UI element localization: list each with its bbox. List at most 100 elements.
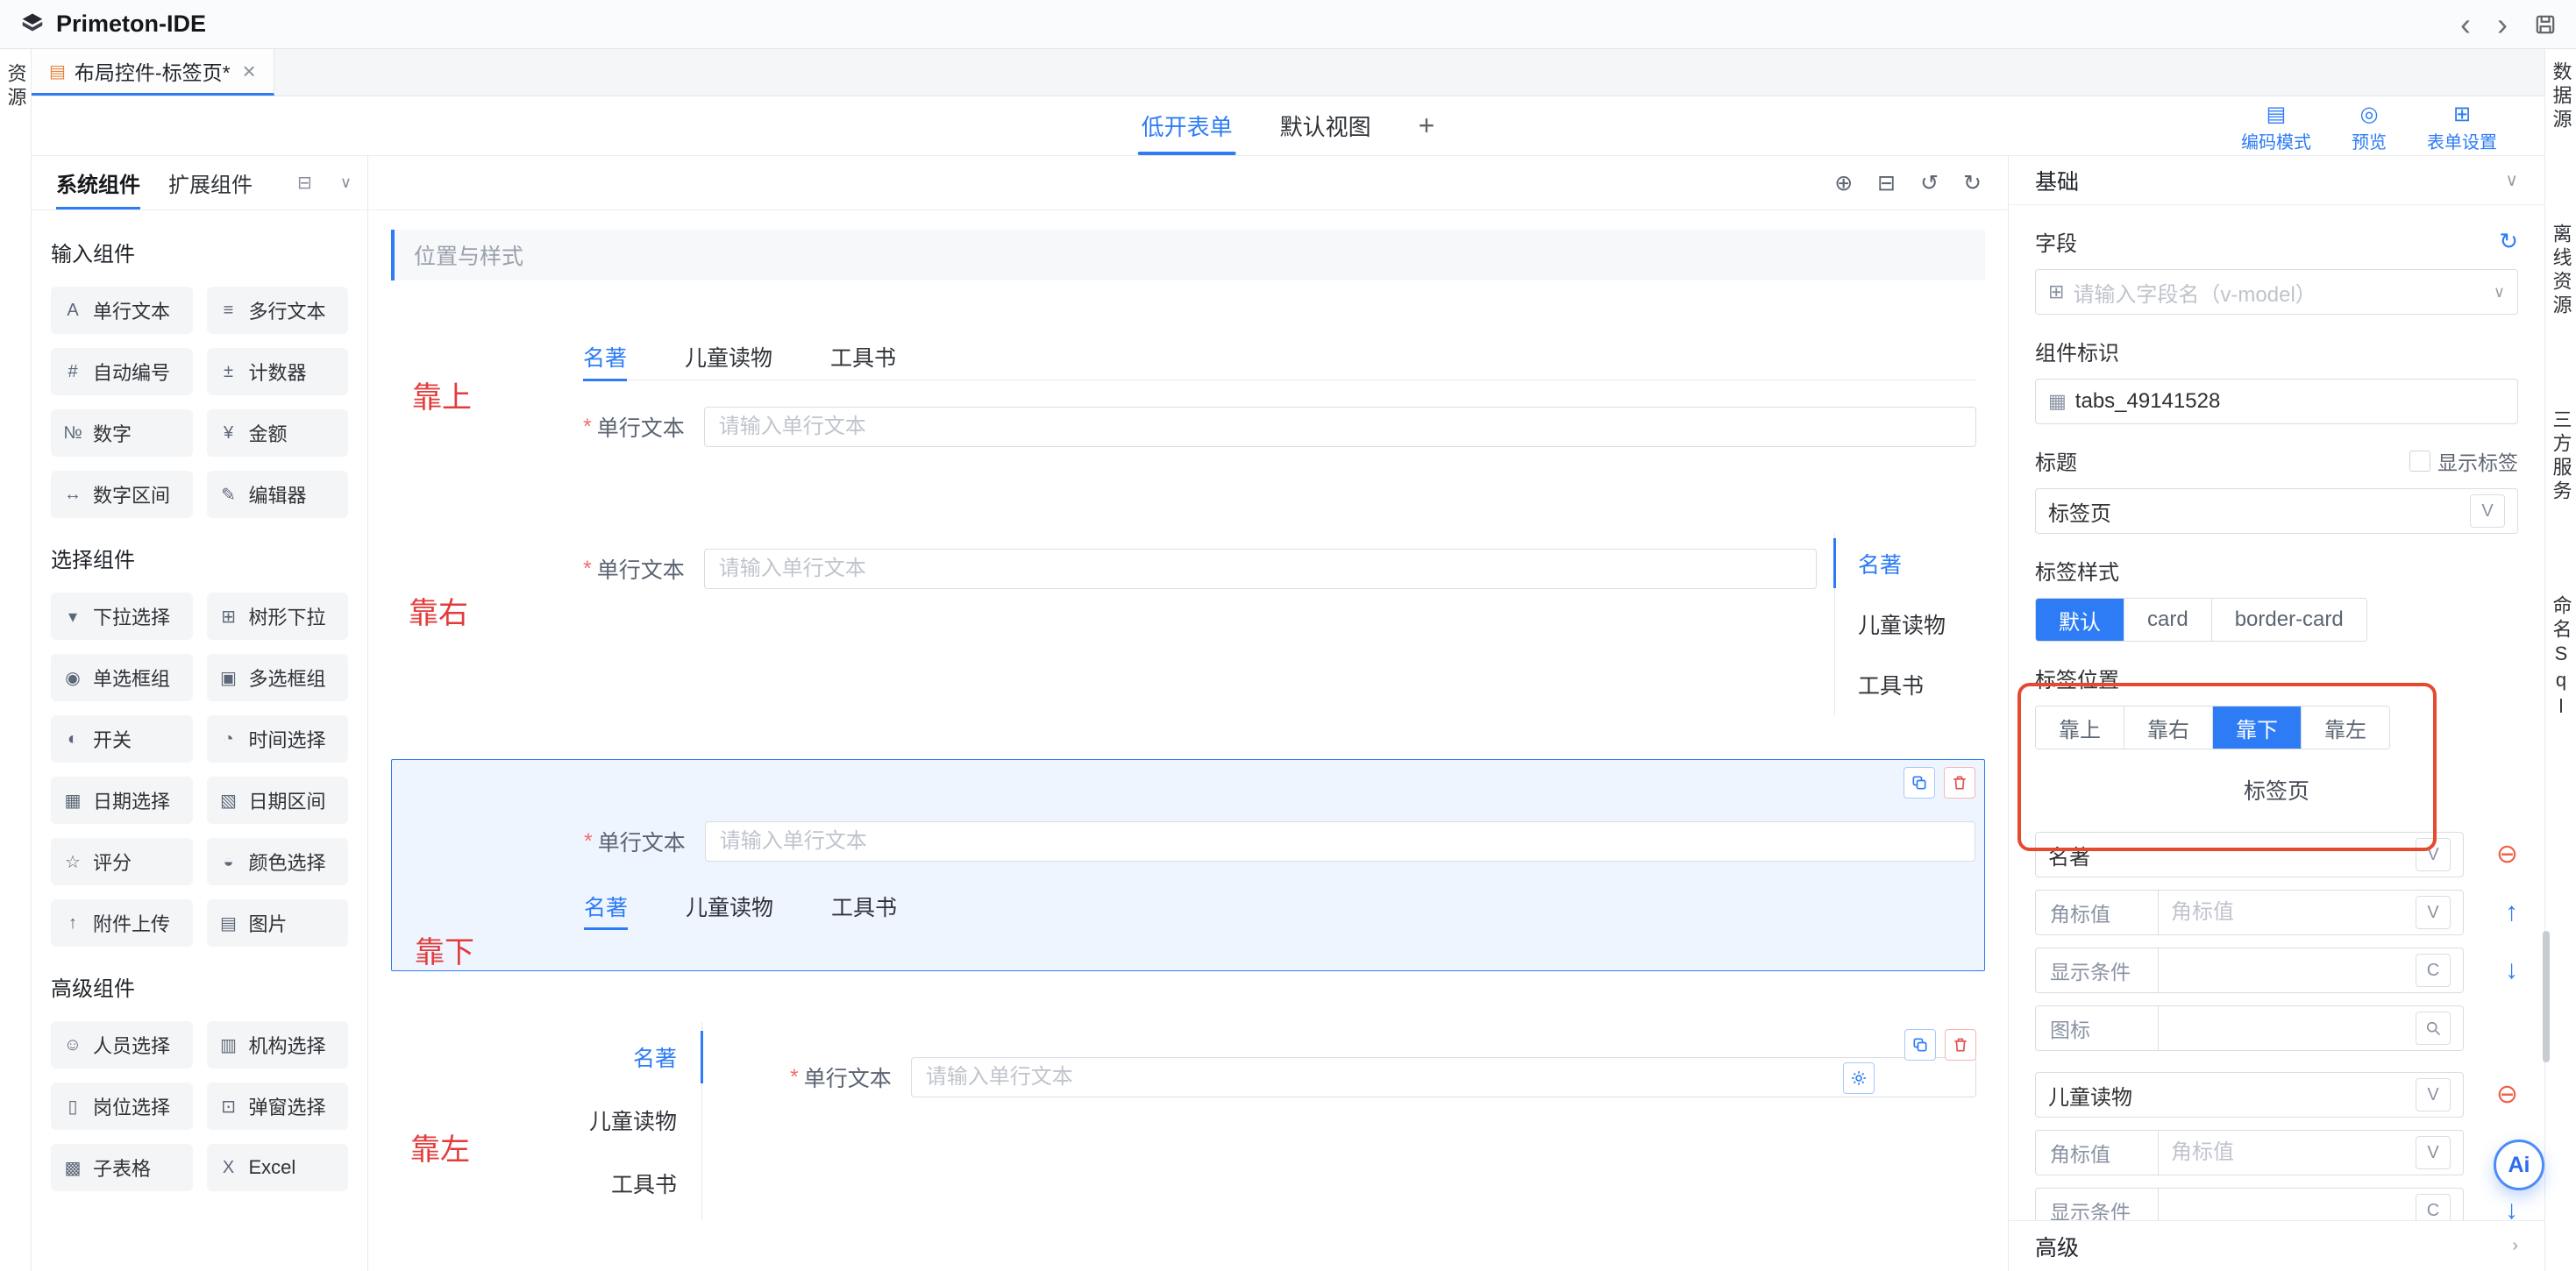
canvas-block-tabs-left[interactable]: 靠左 名著 儿童读物 工具书 * 单行文本 bbox=[391, 1022, 1985, 1220]
canvas-tab[interactable]: 名著 bbox=[584, 883, 628, 930]
component-item[interactable]: XExcel bbox=[207, 1144, 349, 1191]
canvas-tab[interactable]: 儿童读物 bbox=[686, 883, 773, 930]
canvas-tab[interactable]: 名著 bbox=[583, 333, 627, 380]
move-down-button[interactable]: ↓ bbox=[2505, 1197, 2518, 1220]
rail-item-offline-resources[interactable]: 离线资源 bbox=[2547, 224, 2575, 318]
variable-suffix-button[interactable]: V bbox=[2416, 838, 2451, 871]
condition-input[interactable] bbox=[2171, 1198, 2407, 1220]
canvas-tab[interactable]: 名著 bbox=[1835, 533, 1985, 593]
canvas-tab[interactable]: 工具书 bbox=[830, 333, 896, 380]
show-label-checkbox[interactable] bbox=[2409, 451, 2430, 472]
canvas-block-tabs-right[interactable]: 靠右 * 单行文本 名著 儿童读物 工具书 bbox=[391, 533, 1985, 715]
canvas-block-tabs-bottom-selected[interactable]: 靠下 * 单行文本 名著 儿童读物 工具书 bbox=[391, 759, 1985, 971]
component-item[interactable]: ◉单选框组 bbox=[51, 654, 193, 701]
panel-collapse-icon[interactable]: ⊟ bbox=[297, 172, 312, 194]
component-item[interactable]: ≡多行文本 bbox=[207, 287, 349, 334]
single-line-text-input[interactable] bbox=[720, 829, 1960, 854]
redo-icon[interactable]: ↻ bbox=[1963, 170, 1982, 196]
variable-suffix-button[interactable]: V bbox=[2416, 896, 2451, 929]
canvas-section-header[interactable]: 位置与样式 bbox=[391, 230, 1985, 280]
tab-style-option[interactable]: border-card bbox=[2212, 599, 2366, 641]
document-tab[interactable]: ▤ 布局控件-标签页* × bbox=[32, 49, 274, 96]
move-down-button[interactable]: ↓ bbox=[2505, 957, 2518, 983]
component-item[interactable]: ◐开关 bbox=[51, 715, 193, 763]
save-icon[interactable] bbox=[2534, 13, 2557, 36]
component-item[interactable]: ▩子表格 bbox=[51, 1144, 193, 1191]
component-item[interactable]: ☆评分 bbox=[51, 838, 193, 885]
nav-forward-icon[interactable]: › bbox=[2497, 9, 2508, 40]
condition-input[interactable] bbox=[2171, 958, 2407, 983]
tab-system-components[interactable]: 系统组件 bbox=[56, 156, 140, 209]
search-icon[interactable] bbox=[2416, 1012, 2451, 1045]
component-item[interactable]: ↑附件上传 bbox=[51, 899, 193, 947]
component-item[interactable]: ▣多选框组 bbox=[207, 654, 349, 701]
component-item[interactable]: A单行文本 bbox=[51, 287, 193, 334]
canvas-tab[interactable]: 儿童读物 bbox=[589, 1089, 701, 1152]
close-icon[interactable]: × bbox=[243, 58, 256, 85]
component-item[interactable]: ▥机构选择 bbox=[207, 1021, 349, 1069]
outline-icon[interactable]: ⊟ bbox=[1877, 170, 1896, 196]
component-item[interactable]: ▦日期选择 bbox=[51, 777, 193, 824]
delete-icon[interactable] bbox=[1944, 767, 1975, 799]
single-line-text-input[interactable] bbox=[926, 1065, 1961, 1090]
canvas-tab[interactable]: 儿童读物 bbox=[1835, 593, 1985, 654]
icon-input[interactable] bbox=[2171, 1016, 2407, 1040]
rail-item-datasource[interactable]: 数据源 bbox=[2547, 61, 2575, 132]
preview-button[interactable]: ◎ 预览 bbox=[2352, 104, 2387, 153]
component-id-input[interactable] bbox=[2075, 389, 2505, 414]
component-item[interactable]: ◔时间选择 bbox=[207, 715, 349, 763]
tab-style-option[interactable]: 默认 bbox=[2036, 599, 2124, 641]
tab-extension-components[interactable]: 扩展组件 bbox=[168, 156, 253, 209]
canvas-tab[interactable]: 工具书 bbox=[1835, 654, 1985, 714]
component-item[interactable]: ⊞树形下拉 bbox=[207, 593, 349, 640]
component-item[interactable]: ◒颜色选择 bbox=[207, 838, 349, 885]
nav-back-icon[interactable]: ‹ bbox=[2460, 9, 2471, 40]
rail-item-resources[interactable]: 资源 bbox=[2, 63, 30, 110]
undo-icon[interactable]: ↺ bbox=[1920, 170, 1939, 196]
gear-icon[interactable] bbox=[1843, 1062, 1875, 1094]
badge-input[interactable] bbox=[2171, 1140, 2407, 1165]
component-item[interactable]: ▤图片 bbox=[207, 899, 349, 947]
component-item[interactable]: ↔数字区间 bbox=[51, 471, 193, 518]
component-item[interactable]: ±计数器 bbox=[207, 348, 349, 395]
chevron-down-icon[interactable]: ∨ bbox=[2494, 283, 2505, 302]
rail-item-third-party-services[interactable]: 三方服务 bbox=[2547, 409, 2575, 504]
tab-style-option[interactable]: card bbox=[2124, 599, 2212, 641]
chevron-down-icon[interactable]: ∨ bbox=[2505, 169, 2518, 191]
chevron-down-icon[interactable]: ∨ bbox=[340, 174, 352, 192]
tab-default-view[interactable]: 默认视图 bbox=[1280, 96, 1371, 155]
component-item[interactable]: ⊡弹窗选择 bbox=[207, 1083, 349, 1130]
advanced-section-bar[interactable]: 高级 › bbox=[2009, 1220, 2544, 1271]
copy-icon[interactable] bbox=[1904, 767, 1935, 799]
variable-suffix-button[interactable]: V bbox=[2470, 494, 2505, 528]
globe-icon[interactable]: ⊕ bbox=[1834, 170, 1853, 196]
remove-tab-button[interactable]: ⊖ bbox=[2496, 1082, 2518, 1108]
component-item[interactable]: ▾下拉选择 bbox=[51, 593, 193, 640]
canvas-tab[interactable]: 名著 bbox=[633, 1026, 701, 1089]
title-input[interactable] bbox=[2048, 499, 2461, 523]
add-view-button[interactable]: + bbox=[1419, 110, 1435, 142]
component-item[interactable]: #自动编号 bbox=[51, 348, 193, 395]
scrollbar-thumb[interactable] bbox=[2543, 931, 2550, 1062]
component-item[interactable]: ☺人员选择 bbox=[51, 1021, 193, 1069]
tab-low-code-form[interactable]: 低开表单 bbox=[1142, 96, 1233, 155]
component-item[interactable]: ▧日期区间 bbox=[207, 777, 349, 824]
code-mode-button[interactable]: ▤ 编码模式 bbox=[2241, 104, 2311, 153]
rail-item-named-sql[interactable]: 命名Sql bbox=[2547, 595, 2575, 721]
single-line-text-input[interactable] bbox=[719, 557, 1802, 581]
tab-position-option[interactable]: 靠下 bbox=[2213, 707, 2302, 749]
canvas-block-tabs-top[interactable]: 靠上 名著 儿童读物 工具书 * 单行文本 bbox=[391, 307, 1985, 447]
form-settings-button[interactable]: ⊞ 表单设置 bbox=[2427, 104, 2497, 153]
variable-suffix-button[interactable]: V bbox=[2416, 1136, 2451, 1169]
canvas-tab[interactable]: 工具书 bbox=[611, 1152, 701, 1215]
field-select[interactable]: ⊞ 请输入字段名（v-model） ∨ bbox=[2035, 269, 2518, 315]
condition-suffix-button[interactable]: C bbox=[2416, 954, 2451, 987]
component-item[interactable]: ▯岗位选择 bbox=[51, 1083, 193, 1130]
tab-name-input[interactable] bbox=[2048, 842, 2407, 867]
tab-position-option[interactable]: 靠左 bbox=[2302, 707, 2389, 749]
condition-suffix-button[interactable]: C bbox=[2416, 1194, 2451, 1220]
component-item[interactable]: №数字 bbox=[51, 409, 193, 457]
canvas-tab[interactable]: 儿童读物 bbox=[685, 333, 772, 380]
single-line-text-input[interactable] bbox=[719, 415, 1961, 439]
move-up-button[interactable]: ↑ bbox=[2505, 899, 2518, 926]
